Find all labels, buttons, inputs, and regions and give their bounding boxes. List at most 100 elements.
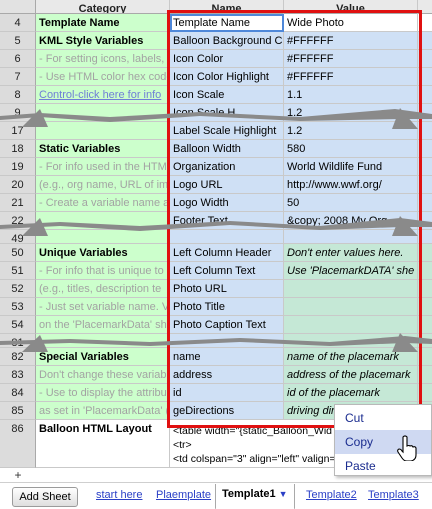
extra-cell[interactable] xyxy=(418,122,432,140)
row-number[interactable]: 50 xyxy=(0,244,36,262)
extra-cell[interactable] xyxy=(418,68,432,86)
value-cell[interactable]: Wide Photo xyxy=(284,14,418,32)
extra-cell[interactable] xyxy=(418,384,432,402)
name-cell[interactable]: Left Column Header xyxy=(170,244,284,262)
extra-cell[interactable] xyxy=(418,280,432,298)
name-cell[interactable]: Logo Width xyxy=(170,194,284,212)
value-cell[interactable] xyxy=(284,334,418,348)
value-cell[interactable]: 1.2 xyxy=(284,104,418,122)
tab-dropdown-icon[interactable]: ▼ xyxy=(279,489,288,499)
category-cell[interactable]: Unique Variables xyxy=(36,244,170,262)
value-cell[interactable]: name of the placemark xyxy=(284,348,418,366)
category-cell[interactable]: KML Style Variables xyxy=(36,32,170,50)
row-number[interactable]: 17 xyxy=(0,122,36,140)
tab-template1[interactable]: Template1 ▼ xyxy=(215,484,295,509)
extra-cell[interactable] xyxy=(418,158,432,176)
category-cell[interactable]: - For info used in the HTML xyxy=(36,158,170,176)
name-cell[interactable]: Icon Color Highlight xyxy=(170,68,284,86)
category-cell[interactable]: as set in 'PlacemarkData' ( xyxy=(36,402,170,420)
name-cell[interactable]: Icon Scale H xyxy=(170,104,284,122)
extra-cell[interactable] xyxy=(418,334,432,348)
row-number[interactable]: 6 xyxy=(0,50,36,68)
category-cell[interactable] xyxy=(36,104,170,122)
row-number[interactable]: 85 xyxy=(0,402,36,420)
value-cell[interactable]: id of the placemark xyxy=(284,384,418,402)
row-number[interactable]: 7 xyxy=(0,68,36,86)
column-header-category[interactable]: Category xyxy=(36,0,170,14)
row-number[interactable]: 18 xyxy=(0,140,36,158)
name-cell[interactable] xyxy=(170,230,284,244)
extra-cell[interactable] xyxy=(418,244,432,262)
row-number[interactable]: 54 xyxy=(0,316,36,334)
info-link[interactable]: Control-click here for info xyxy=(39,89,161,101)
row-number[interactable]: 19 xyxy=(0,158,36,176)
row-number[interactable]: 4 xyxy=(0,14,36,32)
row-number[interactable]: 51 xyxy=(0,262,36,280)
value-cell[interactable] xyxy=(284,298,418,316)
category-cell[interactable] xyxy=(36,230,170,244)
value-cell[interactable] xyxy=(284,280,418,298)
value-cell[interactable] xyxy=(284,230,418,244)
name-cell[interactable]: Icon Color xyxy=(170,50,284,68)
category-cell[interactable]: - For info that is unique to xyxy=(36,262,170,280)
name-cell[interactable]: geDirections xyxy=(170,402,284,420)
name-cell[interactable]: Photo Caption Text xyxy=(170,316,284,334)
name-cell[interactable]: Balloon Width xyxy=(170,140,284,158)
row-number[interactable]: 8 xyxy=(0,86,36,104)
extra-cell[interactable] xyxy=(418,194,432,212)
name-cell[interactable]: name xyxy=(170,348,284,366)
extra-cell[interactable] xyxy=(418,316,432,334)
value-cell[interactable]: Use 'PlacemarkDATA' she xyxy=(284,262,418,280)
name-cell[interactable]: Balloon Background Co xyxy=(170,32,284,50)
extra-cell[interactable] xyxy=(418,176,432,194)
name-cell[interactable]: address xyxy=(170,366,284,384)
corner-cell[interactable] xyxy=(0,0,36,14)
extra-cell[interactable] xyxy=(418,50,432,68)
name-cell[interactable]: Photo Title xyxy=(170,298,284,316)
category-cell[interactable]: Static Variables xyxy=(36,140,170,158)
column-header-value[interactable]: Value xyxy=(284,0,418,14)
category-cell[interactable]: on the 'PlacemarkData' she xyxy=(36,316,170,334)
category-cell[interactable] xyxy=(36,334,170,348)
menu-item-cut[interactable]: Cut xyxy=(335,406,431,430)
column-header-extra[interactable] xyxy=(418,0,432,14)
category-cell[interactable]: - Create a variable name a xyxy=(36,194,170,212)
category-cell[interactable]: (e.g., org name, URL of ima xyxy=(36,176,170,194)
category-cell[interactable] xyxy=(36,122,170,140)
value-cell[interactable]: 1.2 xyxy=(284,122,418,140)
category-cell[interactable]: - Just set variable name. V xyxy=(36,298,170,316)
name-cell[interactable]: id xyxy=(170,384,284,402)
name-cell[interactable]: Left Column Text xyxy=(170,262,284,280)
extra-cell[interactable] xyxy=(418,230,432,244)
category-cell[interactable] xyxy=(36,212,170,230)
name-cell[interactable] xyxy=(170,334,284,348)
row-number[interactable]: 83 xyxy=(0,366,36,384)
row-number[interactable]: 52 xyxy=(0,280,36,298)
value-cell[interactable]: http://www.wwf.org/ xyxy=(284,176,418,194)
category-cell[interactable]: Special Variables xyxy=(36,348,170,366)
extra-cell[interactable] xyxy=(418,140,432,158)
value-cell[interactable]: Don't enter values here. xyxy=(284,244,418,262)
tab-start-here[interactable]: start here xyxy=(96,489,142,501)
extra-cell[interactable] xyxy=(418,298,432,316)
value-cell[interactable] xyxy=(284,316,418,334)
add-rows-plus[interactable]: + xyxy=(0,468,36,482)
add-sheet-button[interactable]: Add Sheet xyxy=(12,487,78,507)
name-cell[interactable]: Icon Scale xyxy=(170,86,284,104)
category-cell[interactable]: (e.g., titles, description te xyxy=(36,280,170,298)
category-cell[interactable]: Don't change these variab xyxy=(36,366,170,384)
extra-cell[interactable] xyxy=(418,366,432,384)
row-number[interactable]: 82 xyxy=(0,348,36,366)
category-cell[interactable]: Template Name xyxy=(36,14,170,32)
row-number[interactable]: 86 xyxy=(0,420,36,468)
value-cell[interactable]: World Wildlife Fund xyxy=(284,158,418,176)
category-cell[interactable]: - Use to display the attribu xyxy=(36,384,170,402)
row-number[interactable]: 20 xyxy=(0,176,36,194)
name-cell[interactable]: Photo URL xyxy=(170,280,284,298)
row-number[interactable]: 22 xyxy=(0,212,36,230)
value-cell[interactable]: &copy; 2008 My Org xyxy=(284,212,418,230)
row-number[interactable]: 9 xyxy=(0,104,36,122)
tab-template3[interactable]: Template3 xyxy=(368,489,419,501)
value-cell[interactable]: 1.1 xyxy=(284,86,418,104)
name-cell[interactable]: Label Scale Highlight xyxy=(170,122,284,140)
